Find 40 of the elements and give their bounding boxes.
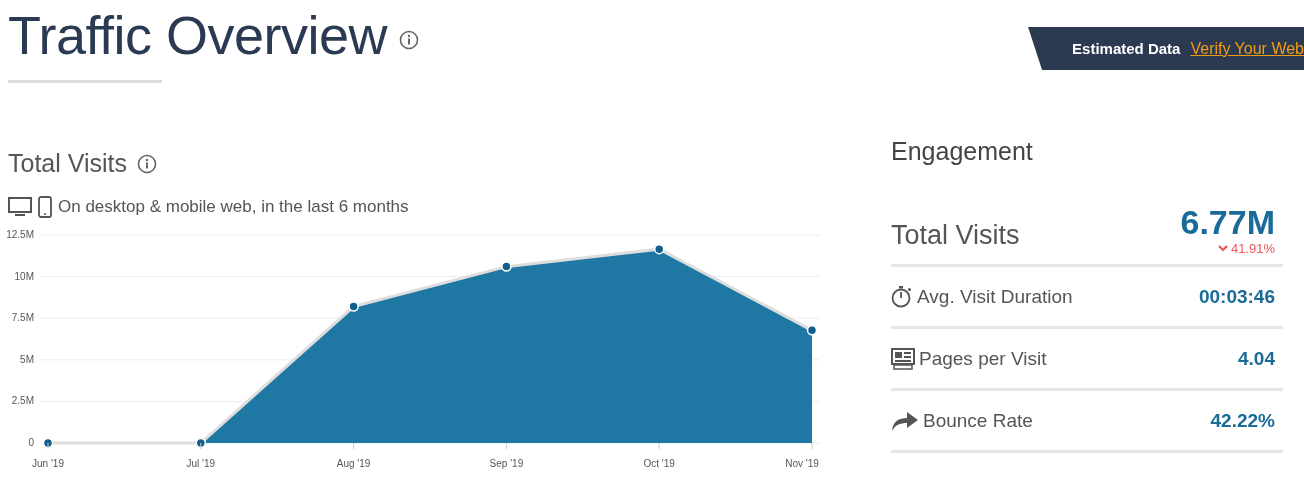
- info-icon[interactable]: [399, 30, 420, 50]
- axis-label: Jul '19: [186, 458, 216, 469]
- metric-label: Total Visits: [891, 219, 1020, 251]
- axis-label: Jun '19: [32, 458, 64, 469]
- metric-value: 4.04: [1238, 347, 1275, 370]
- axis-label: 12.5M: [6, 229, 34, 240]
- newspaper-icon: [891, 347, 915, 370]
- section-title: Total Visits: [8, 149, 128, 178]
- desktop-icon: [8, 197, 32, 217]
- axis-label: Aug '19: [336, 458, 371, 469]
- change-value: 41.91%: [1230, 240, 1275, 256]
- data-point[interactable]: [195, 437, 207, 449]
- chart-subtitle: On desktop & mobile web, in the last 6 months: [58, 197, 409, 217]
- axis-label: Nov '19: [785, 458, 819, 469]
- data-point[interactable]: [653, 243, 665, 255]
- metric-label: Avg. Visit Duration: [917, 285, 1073, 308]
- section-title: Engagement: [891, 137, 1034, 166]
- metric-label: Pages per Visit: [919, 347, 1047, 370]
- axis-label: Oct '19: [643, 458, 675, 469]
- axis-label: 10M: [14, 270, 34, 282]
- mobile-icon: [38, 196, 52, 218]
- page-title: Traffic Overview: [8, 4, 388, 66]
- banner-label: Estimated Data: [1072, 40, 1181, 57]
- data-point[interactable]: [348, 301, 359, 312]
- data-point[interactable]: [501, 261, 512, 272]
- axis-label: 0: [28, 437, 34, 448]
- axis-label: 2.5M: [11, 395, 34, 407]
- info-icon[interactable]: [137, 153, 158, 174]
- curved-arrow-icon: [891, 409, 919, 432]
- metric-label: Bounce Rate: [923, 409, 1033, 432]
- stopwatch-icon: [891, 284, 913, 309]
- axis-label: 5M: [20, 353, 34, 365]
- verify-link[interactable]: Verify Your Web: [1190, 39, 1304, 58]
- data-point[interactable]: [42, 437, 54, 449]
- metric-value: 42.22%: [1210, 409, 1275, 432]
- metric-value: 6.77M: [1180, 204, 1275, 239]
- axis-label: Sep '19: [489, 458, 524, 469]
- data-point[interactable]: [806, 325, 818, 336]
- axis-label: 7.5M: [11, 312, 34, 324]
- metric-value: 00:03:46: [1198, 285, 1275, 308]
